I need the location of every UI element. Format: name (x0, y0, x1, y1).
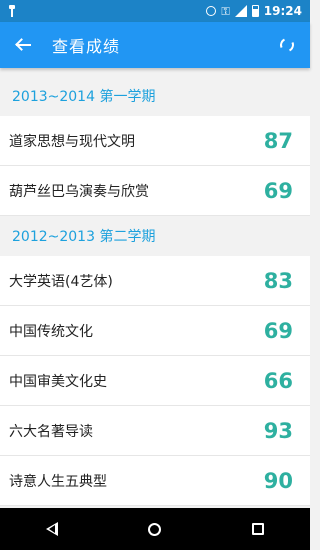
nav-recent-button[interactable] (233, 508, 283, 550)
app-bar: 查看成绩 (0, 22, 310, 68)
nav-back-button[interactable] (27, 508, 77, 550)
course-row[interactable]: 诗意人生五典型 90 (0, 456, 310, 506)
course-row[interactable]: 中国审美文化史 66 (0, 356, 310, 406)
course-name: 六大名著导读 (9, 423, 93, 440)
alarm-icon (206, 6, 217, 16)
course-score: 66 (263, 368, 293, 393)
nav-home-icon (148, 522, 162, 536)
refresh-icon (278, 36, 296, 54)
navigation-bar (0, 508, 310, 550)
course-row[interactable]: 六大名著导读 93 (0, 406, 310, 456)
course-name: 道家思想与现代文明 (9, 133, 135, 150)
course-row[interactable]: 中国传统文化 69 (0, 306, 310, 356)
usb-icon (8, 5, 16, 17)
course-name: 中国传统文化 (9, 323, 93, 340)
nav-recent-icon (252, 523, 265, 535)
key-icon: ⚿ (221, 4, 230, 18)
semester-header: 2012~2013 第二学期 (0, 216, 310, 256)
status-left (0, 5, 16, 17)
signal-icon (234, 5, 247, 17)
course-name: 诗意人生五典型 (9, 473, 107, 490)
battery-icon (251, 5, 259, 17)
status-bar: ⚿ 19:24 (0, 0, 310, 22)
course-score: 69 (263, 318, 293, 343)
refresh-button[interactable] (264, 22, 310, 68)
course-name: 大学英语(4艺体) (9, 273, 113, 290)
course-row[interactable]: 葫芦丝巴乌演奏与欣赏 69 (0, 166, 310, 216)
course-name: 中国审美文化史 (9, 373, 107, 390)
course-score: 87 (263, 128, 293, 153)
course-score: 83 (263, 268, 293, 293)
course-row[interactable]: 大学英语(4艺体) 83 (0, 256, 310, 306)
nav-back-icon (45, 522, 58, 536)
course-score: 69 (263, 178, 293, 203)
back-arrow-icon (15, 37, 31, 53)
course-score: 93 (263, 418, 293, 443)
page-title: 查看成绩 (52, 37, 121, 56)
back-button[interactable] (0, 22, 46, 68)
grades-list[interactable]: 2013~2014 第一学期 道家思想与现代文明 87 葫芦丝巴乌演奏与欣赏 6… (0, 68, 310, 508)
nav-home-button[interactable] (130, 508, 180, 550)
course-row[interactable]: 道家思想与现代文明 87 (0, 116, 310, 166)
status-time: 19:24 (263, 4, 302, 18)
course-name: 葫芦丝巴乌演奏与欣赏 (9, 183, 149, 200)
course-score: 90 (263, 468, 293, 493)
semester-header: 2013~2014 第一学期 (0, 76, 310, 116)
status-right: ⚿ 19:24 (206, 4, 310, 18)
